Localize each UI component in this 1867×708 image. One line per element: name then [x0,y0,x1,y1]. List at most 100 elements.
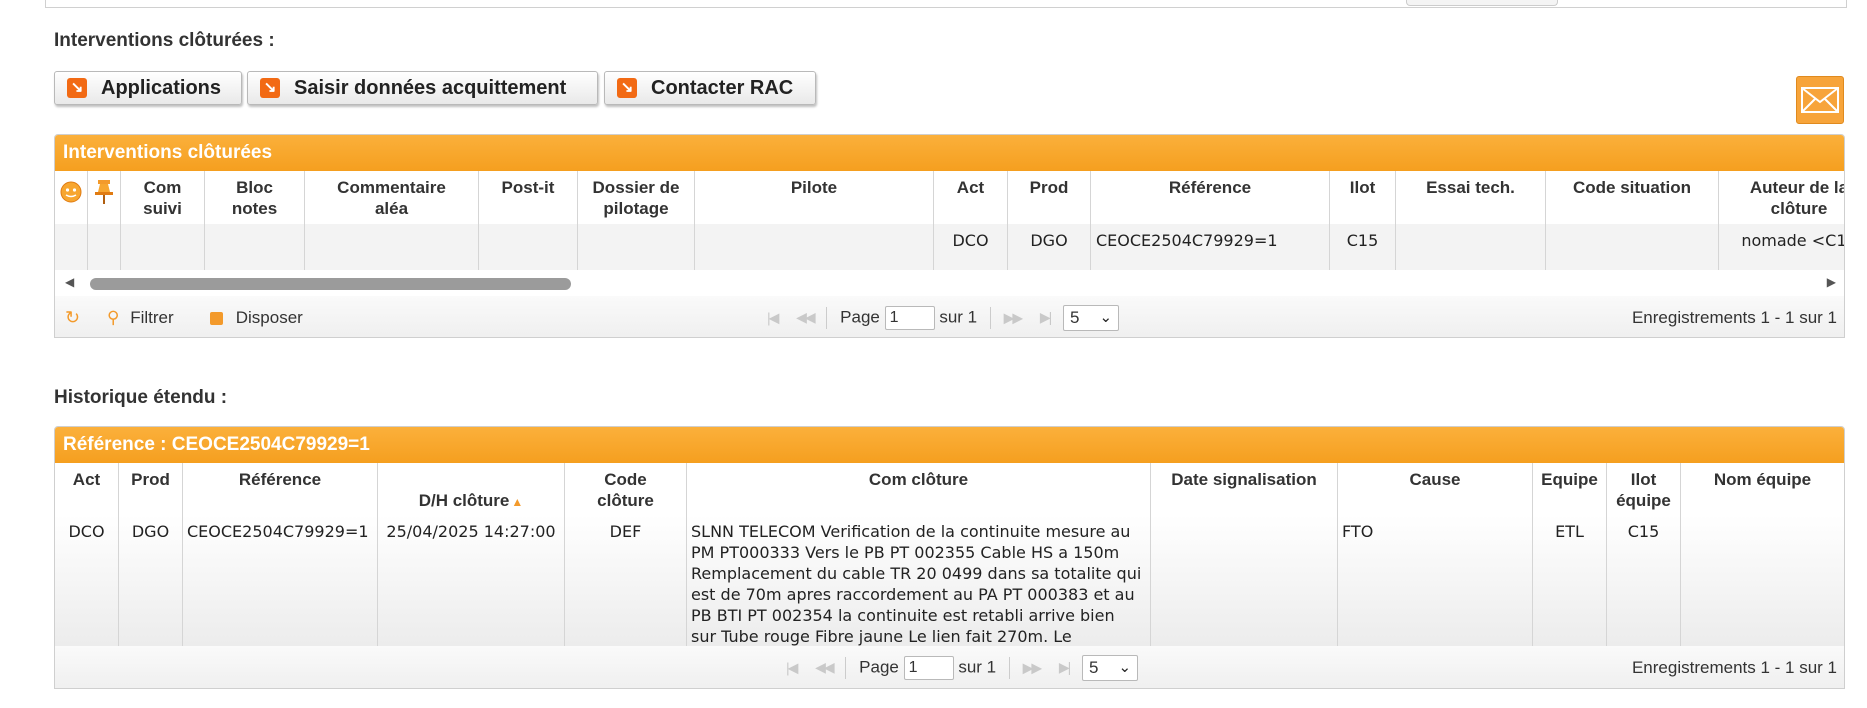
com-cloture-line: PB BTI PT 002354 la continuite est retab… [691,606,1115,625]
col-header-prod[interactable]: Prod [119,463,183,515]
first-page-icon[interactable]: |◀ [786,659,798,675]
pager-separator [989,306,991,329]
cell-pilote [695,224,934,270]
col-header-prod[interactable]: Prod [1008,171,1091,224]
col-header-code-cloture[interactable]: Code clôture [565,463,687,515]
page-of-label: sur 1 [958,657,997,677]
rows-per-page-select[interactable]: 5 ⌄ [1063,304,1120,331]
cell-ilot-equipe: C15 [1607,515,1681,646]
chevron-down-icon: ⌄ [1099,308,1113,326]
col-header-equipe[interactable]: Equipe [1533,463,1607,515]
grid-header-row: Act Prod Référence D/H clôture ▲ Code clô… [55,463,1844,516]
arrow-down-right-icon: ↘ [67,78,87,98]
cell-code-cloture: DEF [565,515,687,646]
table-row[interactable]: DCO DGO CEOCE2504C79929=1 C15 nomade <C1… [55,224,1844,271]
cell-auteur-cloture: nomade <C15 [1741,231,1844,250]
table-row[interactable]: DCO DGO CEOCE2504C79929=1 25/04/2025 14:… [55,515,1844,647]
pager-separator [845,657,847,679]
cell-code-situation [1546,224,1719,270]
cell-com-suivi [121,224,205,270]
col-header-reference[interactable]: Référence [183,463,378,515]
page-input[interactable]: 1 [884,305,935,330]
prev-page-icon[interactable]: ◀◀ [815,659,834,675]
col-header-code-situation[interactable]: Code situation [1546,171,1719,224]
com-cloture-line: SLNN TELECOM Verification de la continui… [691,522,1131,541]
interventions-grid: Interventions clôturées Com suivi Bloc n… [54,134,1845,338]
col-header-auteur-cloture[interactable]: Auteur de la clôture [1719,171,1844,224]
section-title-interventions: Interventions clôturées : [54,30,275,51]
cell-cause: FTO [1338,515,1533,646]
refresh-icon[interactable]: ↻ [65,307,80,328]
cell-essai-tech [1396,224,1546,270]
applications-button[interactable]: ↘ Applications [54,71,242,105]
mail-button[interactable] [1796,76,1844,124]
col-header-cause[interactable]: Cause [1338,463,1533,515]
scroll-left-icon[interactable]: ◀ [65,275,74,289]
col-header-reference[interactable]: Référence [1091,171,1330,224]
cell-post-it [479,224,578,270]
cell-ilot: C15 [1330,224,1396,270]
pager-separator [1008,657,1010,679]
face-status-icon [60,181,82,203]
col-header-date-signalisation[interactable]: Date signalisation [1151,463,1338,515]
records-count: Enregistrements 1 - 1 sur 1 [1631,658,1837,677]
rows-per-page-select[interactable]: 5 ⌄ [1082,655,1139,681]
last-page-icon[interactable]: ▶| [1059,659,1071,675]
filter-button[interactable]: ⚲ Filtrer [107,308,174,328]
arrow-down-right-icon: ↘ [260,78,280,98]
col-header-nom-equipe[interactable]: Nom équipe [1681,463,1844,515]
next-page-icon[interactable]: ▶▶ [1004,309,1023,325]
next-page-icon[interactable]: ▶▶ [1023,659,1042,675]
grid-caption: Interventions clôturées [55,135,1844,171]
col-header-com-cloture[interactable]: Com clôture [687,463,1151,515]
contacter-rac-button[interactable]: ↘ Contacter RAC [604,71,816,105]
cell-nom-equipe [1681,515,1844,646]
filter-label: Filtrer [130,307,174,327]
horizontal-scrollbar[interactable]: ◀ ▶ [55,270,1844,296]
col-header-pilote[interactable]: Pilote [695,171,934,224]
col-header-ilot[interactable]: Ilot [1330,171,1396,224]
col-header-bloc-notes[interactable]: Bloc notes [205,171,305,224]
grid-pager: |◀ ◀◀ Page 1 sur 1 ▶▶ ▶| 5 ⌄ Enregistrem… [55,646,1844,688]
cell-status [55,224,88,270]
sort-icon[interactable]: ▲ [511,495,523,509]
dispose-button[interactable]: Disposer [210,308,303,328]
com-cloture-line: est de 70m apres raccordement au PA PT 0… [691,585,1135,604]
grid-caption: Référence : CEOCE2504C79929=1 [55,427,1844,463]
prev-page-icon[interactable]: ◀◀ [796,309,815,325]
saisir-acquittement-button-label: Saisir données acquittement [294,76,567,99]
com-cloture-line: Remplacement du cable TR 20 0499 dans sa… [691,564,1142,583]
col-header-pin[interactable] [88,171,121,224]
last-page-icon[interactable]: ▶| [1040,309,1052,325]
rows-per-page-value: 5 [1070,307,1080,327]
cell-reference: CEOCE2504C79929=1 [1091,224,1330,270]
col-header-post-it[interactable]: Post-it [479,171,578,224]
top-panel-edge [45,0,1847,8]
col-header-com-suivi[interactable]: Com suivi [121,171,205,224]
scroll-right-icon[interactable]: ▶ [1827,275,1836,289]
saisir-acquittement-button[interactable]: ↘ Saisir données acquittement [247,71,598,105]
col-header-essai-tech[interactable]: Essai tech. [1396,171,1546,224]
col-header-dossier-pilotage[interactable]: Dossier de pilotage [578,171,695,224]
cell-prod: DGO [1008,224,1091,270]
cell-equipe: ETL [1533,515,1607,646]
scrollbar-thumb[interactable] [90,278,571,290]
cell-dh-cloture: 25/04/2025 14:27:00 [378,515,565,646]
page-of-label: sur 1 [939,306,978,326]
col-header-status[interactable] [55,171,88,224]
cell-act: DCO [934,224,1008,270]
col-header-act[interactable]: Act [934,171,1008,224]
col-header-ilot-equipe[interactable]: Ilot équipe [1607,463,1681,515]
page-label: Page [859,657,899,677]
cell-com-cloture: SLNN TELECOM Verification de la continui… [687,515,1151,646]
save-icon [210,311,223,325]
col-header-act[interactable]: Act [55,463,119,515]
pushpin-icon [95,180,113,204]
com-cloture-line: PM PT000333 Vers le PB PT 002355 Cable H… [691,543,1120,562]
col-header-commentaire-alea[interactable]: Commentaire aléa [305,171,479,224]
page-input[interactable]: 1 [903,656,954,680]
col-header-dh-cloture[interactable]: D/H clôture ▲ [378,463,565,515]
top-panel-control [1406,0,1558,6]
first-page-icon[interactable]: |◀ [767,309,779,325]
historique-grid: Référence : CEOCE2504C79929=1 Act Prod R… [54,426,1845,689]
